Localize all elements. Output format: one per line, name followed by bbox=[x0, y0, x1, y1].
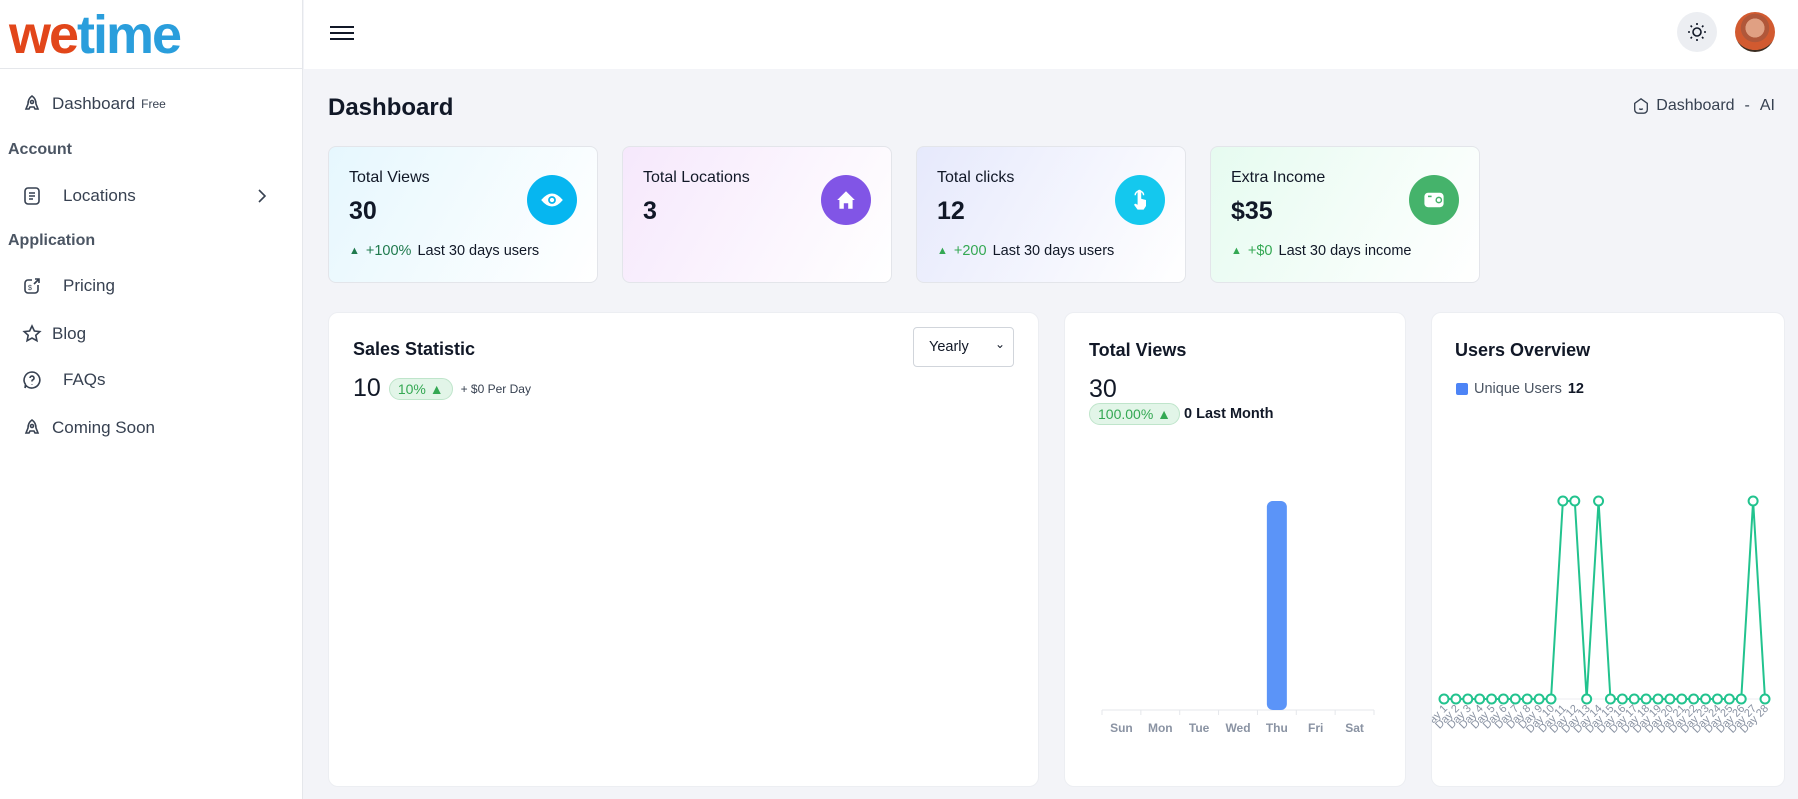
stat-note: Last 30 days users bbox=[992, 243, 1115, 259]
total-views-bar-chart: Sun Mon Tue Wed Thu Fri Sat bbox=[1101, 501, 1375, 735]
section-application: Application bbox=[8, 232, 96, 249]
rocket-icon bbox=[24, 419, 40, 434]
sales-pct: 10% bbox=[397, 380, 426, 397]
document-icon bbox=[24, 187, 40, 205]
x-tick-label: Sun bbox=[1110, 721, 1133, 735]
x-tick-label: Thu bbox=[1266, 721, 1288, 735]
stat-change: +200 bbox=[953, 243, 987, 259]
breadcrumb: Dashboard - AI bbox=[1632, 97, 1775, 115]
chevron-down-icon: ⌄ bbox=[994, 337, 1005, 351]
sidebar-item-label: FAQs bbox=[63, 370, 106, 389]
star-icon bbox=[22, 324, 42, 343]
triangle-up-icon: ▲ bbox=[349, 245, 360, 257]
period-select-value: Yearly bbox=[929, 339, 969, 355]
x-tick-label: Tue bbox=[1189, 721, 1210, 735]
logo-time: time bbox=[77, 5, 182, 65]
data-point[interactable] bbox=[1557, 495, 1569, 507]
total-views-card: Total Views 30 100.00% ▲ 0 Last Month Su… bbox=[1064, 312, 1406, 787]
page-title: Dashboard bbox=[328, 94, 454, 121]
pointer-icon bbox=[1115, 175, 1165, 225]
x-tick-label: Wed bbox=[1225, 721, 1250, 735]
home-outline-icon bbox=[1634, 97, 1649, 114]
series-line bbox=[1444, 500, 1766, 700]
theme-toggle-button[interactable] bbox=[1677, 12, 1717, 52]
question-icon bbox=[23, 371, 41, 389]
sidebar-item-label: Coming Soon bbox=[52, 418, 156, 437]
breadcrumb-dashboard[interactable]: Dashboard bbox=[1656, 97, 1734, 115]
stat-change: +100% bbox=[365, 243, 412, 259]
sales-value: 10 bbox=[353, 374, 381, 402]
sidebar-item-pricing[interactable]: $ Pricing bbox=[22, 276, 115, 296]
user-avatar[interactable] bbox=[1735, 12, 1775, 52]
sidebar-item-label: Blog bbox=[52, 324, 87, 343]
sidebar-item-label: Pricing bbox=[63, 276, 115, 295]
chevron-right-icon bbox=[258, 189, 267, 203]
section-account: Account bbox=[8, 141, 72, 158]
card-title: Sales Statistic bbox=[353, 339, 476, 359]
sidebar-item-blog[interactable]: Blog bbox=[22, 324, 86, 344]
users-overview-card: Users Overview Unique Users 12 Day 1 Day … bbox=[1431, 312, 1785, 787]
sidebar-item-dashboard[interactable]: Dashboard Free bbox=[22, 94, 166, 114]
stat-card-extra-income: Extra Income $35 ▲ +$0 Last 30 days income bbox=[1210, 146, 1480, 283]
sidebar-item-coming-soon[interactable]: Coming Soon bbox=[22, 418, 155, 438]
users-line-chart: Day 1Day 2Day 3Day 4Day 5Day 6Day 7Day 8… bbox=[1432, 495, 1771, 736]
x-tick-label: Fri bbox=[1308, 721, 1323, 735]
home-icon bbox=[821, 175, 871, 225]
stat-change: +$0 bbox=[1247, 243, 1273, 259]
sidebar-item-locations[interactable]: Locations bbox=[22, 186, 272, 206]
x-tick-label: Sat bbox=[1345, 721, 1364, 735]
logo[interactable]: wetime bbox=[9, 5, 182, 65]
triangle-up-icon: ▲ bbox=[937, 245, 948, 257]
eye-icon bbox=[527, 175, 577, 225]
sidebar-item-label: Dashboard bbox=[52, 94, 136, 113]
data-point[interactable] bbox=[1593, 495, 1605, 507]
breadcrumb-separator: - bbox=[1744, 97, 1750, 114]
sales-statistic-card: Sales Statistic Yearly ⌄ 10 10% ▲ + $0 Pe… bbox=[328, 312, 1039, 787]
sidebar-item-label: Locations bbox=[63, 186, 136, 205]
sales-per-day: + $0 Per Day bbox=[460, 381, 531, 396]
divider bbox=[0, 68, 303, 69]
stat-note: Last 30 days income bbox=[1278, 243, 1412, 259]
bar[interactable] bbox=[1266, 501, 1287, 710]
stat-note: Last 30 days users bbox=[417, 243, 540, 259]
sidebar-item-faqs[interactable]: FAQs bbox=[22, 370, 106, 390]
free-badge: Free bbox=[141, 97, 166, 111]
wallet-icon bbox=[1409, 175, 1459, 225]
breadcrumb-current: AI bbox=[1759, 97, 1775, 114]
sun-icon bbox=[1688, 23, 1706, 41]
stat-card-total-clicks: Total clicks 12 ▲ +200 Last 30 days users bbox=[916, 146, 1186, 283]
logo-we: we bbox=[9, 5, 79, 65]
stat-card-total-locations: Total Locations 3 bbox=[622, 146, 892, 283]
stat-card-total-views: Total Views 30 ▲ +100% Last 30 days users bbox=[328, 146, 598, 283]
svg-text:$: $ bbox=[28, 285, 32, 292]
sales-change-badge: 10% ▲ bbox=[388, 377, 453, 400]
menu-toggle-button[interactable] bbox=[330, 22, 354, 42]
x-tick-label: Mon bbox=[1148, 721, 1173, 735]
period-select[interactable]: Yearly ⌄ bbox=[913, 327, 1014, 367]
data-point[interactable] bbox=[1747, 495, 1759, 507]
triangle-up-icon: ▲ bbox=[1231, 245, 1242, 257]
pricing-icon: $ bbox=[24, 278, 40, 294]
rocket-icon bbox=[24, 95, 40, 110]
top-bar bbox=[304, 0, 1798, 69]
sidebar: wetime Dashboard Free Account Locations … bbox=[0, 0, 303, 799]
data-point[interactable] bbox=[1569, 495, 1581, 507]
